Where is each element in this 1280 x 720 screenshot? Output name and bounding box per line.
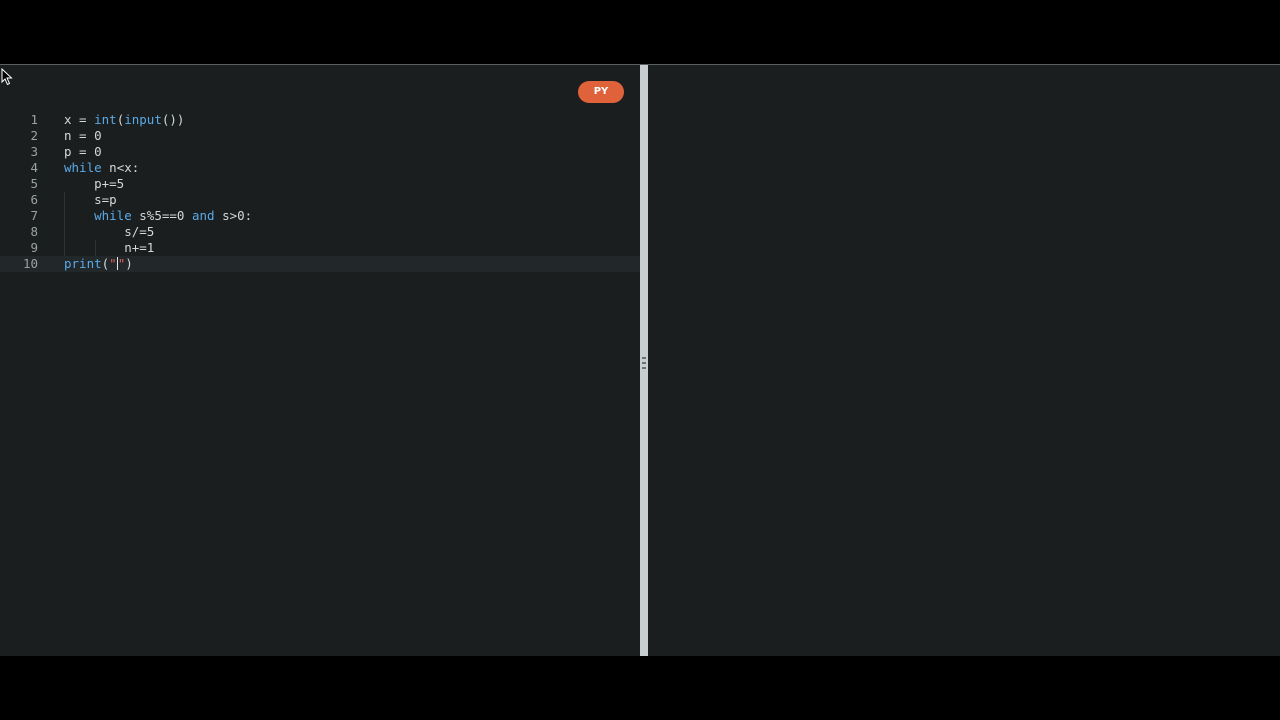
mouse-pointer-icon (1, 68, 13, 86)
line-number: 8 (30, 224, 38, 239)
code-token: int (94, 112, 117, 127)
code-token: print (64, 256, 102, 271)
code-line[interactable]: 5 p+=5 (0, 176, 640, 192)
code-token: while (64, 160, 102, 175)
code-token: s>0: (214, 208, 253, 223)
line-content[interactable]: x = int(input()) (64, 112, 184, 128)
line-number: 2 (30, 128, 38, 143)
code-token: ) (125, 256, 133, 271)
code-token: s%5==0 (131, 208, 192, 223)
code-token: while (94, 208, 132, 223)
line-content[interactable]: while s%5==0 and s>0: (64, 208, 252, 224)
code-token: n<x: (101, 160, 140, 175)
code-token: p = 0 (64, 144, 102, 159)
line-number: 3 (30, 144, 38, 159)
line-number: 4 (30, 160, 38, 175)
line-content[interactable]: p = 0 (64, 144, 102, 160)
line-content[interactable]: p+=5 (64, 176, 124, 192)
code-token: " (109, 256, 117, 271)
line-number: 1 (30, 112, 38, 127)
line-number: 7 (30, 208, 38, 223)
code-line[interactable]: 4 while n<x: (0, 160, 640, 176)
code-token: and (191, 208, 215, 223)
line-content[interactable]: while n<x: (64, 160, 139, 176)
code-line[interactable]: 7 while s%5==0 and s>0: (0, 208, 640, 224)
line-content[interactable]: n+=1 (64, 240, 154, 256)
code-line[interactable]: 1 x = int(input()) (0, 112, 640, 128)
code-token: s=p (64, 192, 117, 207)
code-line[interactable]: 6 s=p (0, 192, 640, 208)
drag-handle-icon[interactable] (642, 357, 646, 369)
code-token: x = (64, 112, 95, 127)
code-token: n+=1 (64, 240, 155, 255)
top-bar (0, 0, 1280, 64)
line-number: 9 (30, 240, 38, 255)
code-editor-pane[interactable]: PY 1 x = int(input()) 2 n = 0 3 p = 0 4 while n… (0, 65, 640, 656)
code-line[interactable]: 2 n = 0 (0, 128, 640, 144)
code-token: input (124, 112, 162, 127)
code-line[interactable]: 8 s/=5 (0, 224, 640, 240)
code-token: ()) (161, 112, 185, 127)
line-number: 10 (22, 256, 38, 271)
line-content[interactable]: s/=5 (64, 224, 154, 240)
output-pane[interactable] (648, 65, 1280, 656)
workspace: PY 1 x = int(input()) 2 n = 0 3 p = 0 4 while n… (0, 65, 1280, 656)
code-line[interactable]: 9 n+=1 (0, 240, 640, 256)
line-number: 5 (30, 176, 38, 191)
line-content[interactable]: print("") (64, 256, 133, 272)
code-area[interactable]: 1 x = int(input()) 2 n = 0 3 p = 0 4 while n<x:… (0, 112, 640, 272)
line-number: 6 (30, 192, 38, 207)
code-token: s/=5 (64, 224, 155, 239)
line-content[interactable]: n = 0 (64, 128, 102, 144)
language-badge[interactable]: PY (578, 81, 624, 103)
bottom-bar (0, 656, 1280, 720)
code-line[interactable]: 3 p = 0 (0, 144, 640, 160)
line-content[interactable]: s=p (64, 192, 117, 208)
code-token: p+=5 (64, 176, 125, 191)
code-line[interactable]: 10 print("") (0, 256, 640, 272)
code-token: n = 0 (64, 128, 102, 143)
